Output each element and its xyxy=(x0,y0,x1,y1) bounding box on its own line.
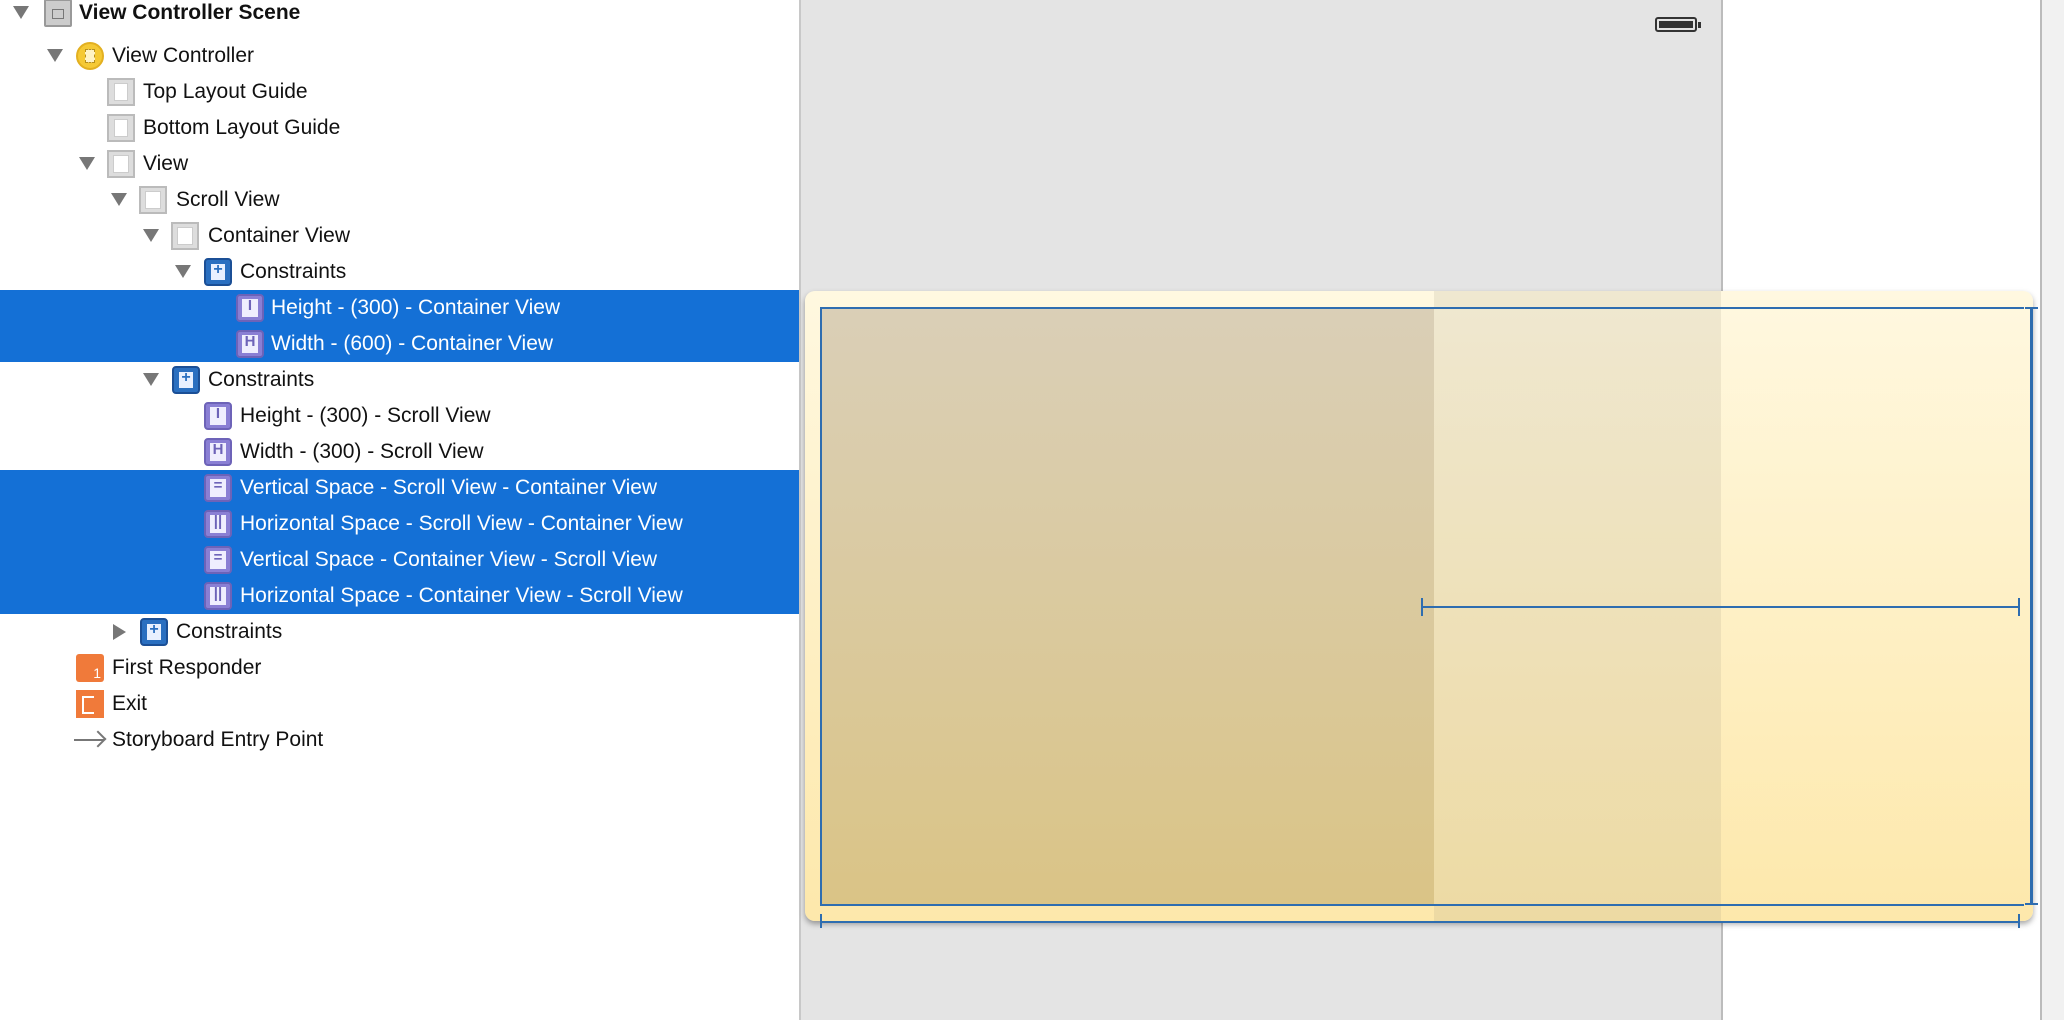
height-dimension-line[interactable] xyxy=(2030,308,2033,904)
outline-item-label: First Responder xyxy=(112,656,262,679)
constraints-icon xyxy=(140,618,168,646)
view-icon xyxy=(107,150,135,178)
disclosure-triangle-icon[interactable] xyxy=(113,624,126,640)
constraint-end-cap xyxy=(820,914,822,928)
outline-item-label: Constraints xyxy=(176,620,283,643)
outline-item-scroll-view[interactable]: Scroll View xyxy=(0,182,799,218)
outline-item-label: Exit xyxy=(112,692,148,715)
disclosure-triangle-icon[interactable] xyxy=(111,193,127,206)
constraint-end-cap xyxy=(2025,307,2038,309)
outline-item-constraint[interactable]: = Vertical Space - Scroll View - Contain… xyxy=(0,470,799,506)
height-constraint-icon: I xyxy=(236,294,264,322)
scroll-view-icon xyxy=(139,186,167,214)
outline-item-constraint[interactable]: || Horizontal Space - Container View - S… xyxy=(0,578,799,614)
exit-icon xyxy=(76,690,104,718)
outline-item-entry-point[interactable]: Storyboard Entry Point xyxy=(0,722,799,758)
disclosure-triangle-icon[interactable] xyxy=(143,373,159,386)
first-responder-icon: 1 xyxy=(76,654,104,682)
inspector-edge xyxy=(2040,0,2064,1020)
disclosure-triangle-icon[interactable] xyxy=(47,49,63,62)
constraint-end-cap xyxy=(2018,914,2020,928)
bottom-dimension-line[interactable] xyxy=(820,921,2019,923)
outline-item-label: Horizontal Space - Scroll View - Contain… xyxy=(240,512,683,535)
outline-item-label: Scroll View xyxy=(176,188,280,211)
outline-item-view-controller[interactable]: View Controller xyxy=(0,38,799,74)
disclosure-triangle-icon[interactable] xyxy=(143,229,159,242)
outline-item-label: Horizontal Space - Container View - Scro… xyxy=(240,584,683,607)
layout-guide-icon xyxy=(107,78,135,106)
outline-item-constraints[interactable]: Constraints xyxy=(0,254,799,290)
outline-item-container-view[interactable]: Container View xyxy=(0,218,799,254)
outline-item-constraint[interactable]: H Width - (300) - Scroll View xyxy=(0,434,799,470)
constraints-icon xyxy=(204,258,232,286)
outline-item-constraint[interactable]: I Height - (300) - Container View xyxy=(0,290,799,326)
height-constraint-icon: I xyxy=(204,402,232,430)
outline-item-view[interactable]: View xyxy=(0,146,799,182)
constraints-icon xyxy=(172,366,200,394)
outline-item-label: Storyboard Entry Point xyxy=(112,728,324,751)
constraint-end-cap xyxy=(2018,598,2020,616)
outline-item-top-layout-guide[interactable]: Top Layout Guide xyxy=(0,74,799,110)
outline-item-label: Constraints xyxy=(240,260,347,283)
horizontal-space-icon: || xyxy=(204,510,232,538)
outline-item-constraint[interactable]: = Vertical Space - Container View - Scro… xyxy=(0,542,799,578)
arrow-right-icon xyxy=(74,739,104,741)
document-outline: View Controller Scene View Controller To… xyxy=(0,0,801,1020)
disclosure-triangle-icon[interactable] xyxy=(13,6,29,19)
outline-item-bottom-layout-guide[interactable]: Bottom Layout Guide xyxy=(0,110,799,146)
frame-top-line xyxy=(820,307,2024,309)
outline-item-label: View Controller Scene xyxy=(79,1,301,24)
vertical-space-icon: = xyxy=(204,546,232,574)
horizontal-space-icon: || xyxy=(204,582,232,610)
outline-item-constraint[interactable]: I Height - (300) - Scroll View xyxy=(0,398,799,434)
outline-item-label: View Controller xyxy=(112,44,255,67)
outline-item-label: Width - (300) - Scroll View xyxy=(240,440,484,463)
outline-item-label: Height - (300) - Container View xyxy=(271,296,561,319)
outline-item-constraints[interactable]: Constraints xyxy=(0,362,799,398)
disclosure-triangle-icon[interactable] xyxy=(79,157,95,170)
disclosure-triangle-icon[interactable] xyxy=(175,265,191,278)
width-constraint-line[interactable] xyxy=(1421,606,2019,608)
outline-item-label: Vertical Space - Scroll View - Container… xyxy=(240,476,658,499)
frame-bottom-line xyxy=(820,904,2024,906)
battery-icon xyxy=(1655,17,1701,32)
layout-guide-icon xyxy=(107,114,135,142)
outline-item-label: View xyxy=(143,152,189,175)
outline-item-exit[interactable]: Exit xyxy=(0,686,799,722)
width-constraint-icon: H xyxy=(204,438,232,466)
outline-item-constraint[interactable]: H Width - (600) - Container View xyxy=(0,326,799,362)
outline-item-constraint[interactable]: || Horizontal Space - Scroll View - Cont… xyxy=(0,506,799,542)
frame-left-line xyxy=(820,307,822,906)
constraint-end-cap xyxy=(2025,903,2038,905)
container-view-icon xyxy=(171,222,199,250)
outline-item-label: Container View xyxy=(208,224,351,247)
width-constraint-icon: H xyxy=(236,330,264,358)
outline-item-scene[interactable]: View Controller Scene xyxy=(0,0,799,31)
outline-item-label: Vertical Space - Container View - Scroll… xyxy=(240,548,658,571)
scroll-view[interactable] xyxy=(820,307,1434,905)
scene-icon xyxy=(44,0,72,27)
outline-item-label: Top Layout Guide xyxy=(143,80,308,103)
outline-item-label: Constraints xyxy=(208,368,315,391)
outline-item-constraints[interactable]: Constraints xyxy=(0,614,799,650)
outline-item-first-responder[interactable]: 1 First Responder xyxy=(0,650,799,686)
outline-item-label: Bottom Layout Guide xyxy=(143,116,341,139)
outline-item-label: Width - (600) - Container View xyxy=(271,332,554,355)
view-controller-icon xyxy=(76,42,104,70)
vertical-space-icon: = xyxy=(204,474,232,502)
outline-item-label: Height - (300) - Scroll View xyxy=(240,404,491,427)
